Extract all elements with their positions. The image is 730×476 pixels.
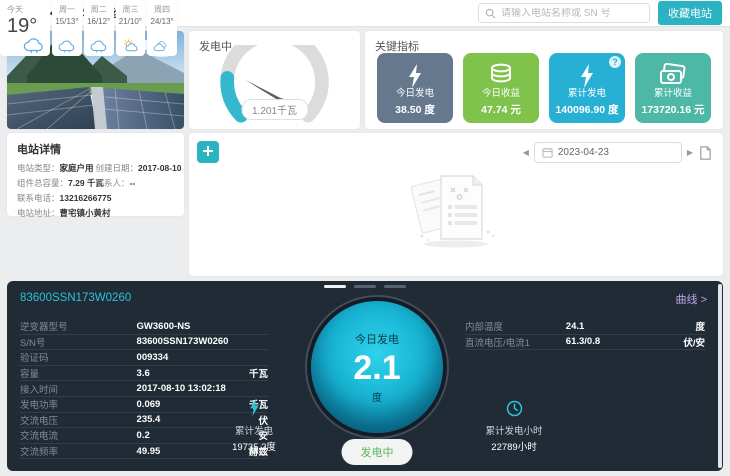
current-power-value: 1.201千瓦 (241, 99, 308, 120)
table-row: 容量3.6千瓦 (20, 366, 268, 382)
help-icon[interactable]: ? (609, 56, 621, 68)
table-row: 内部温度24.1度 (465, 319, 705, 335)
station-search[interactable] (478, 3, 650, 23)
table-row: 接入时间2017-08-10 13:02:18 (20, 381, 268, 397)
detail-address: 电站地址：曹宅镇小黄村 (17, 207, 174, 219)
lightning-icon (578, 63, 596, 89)
kpi-title: 关键指标 (375, 38, 419, 54)
date-picker[interactable]: 2023-04-23 (534, 142, 682, 163)
gauge-unit: 度 (372, 389, 382, 404)
weather-thu: 周四 24/13° (147, 0, 177, 56)
weather-mon: 周一 15/13° (52, 0, 82, 56)
generation-circle: 今日发电 2.1 度 (311, 301, 443, 433)
detail-station-type: 电站类型：家庭户用 (17, 162, 96, 174)
kpi-value: 173720.16 元 (641, 102, 704, 117)
inverter-sn-tab[interactable]: 83600SSN173W0260 (20, 292, 131, 304)
detail-create-date: 创建日期：2017-08-10 (96, 162, 175, 174)
kpi-value: 47.74 元 (481, 102, 521, 117)
table-row: S/N号83600SSN173W0260 (20, 335, 268, 351)
power-gauge-card: 发电中 1.201千瓦 (189, 31, 360, 129)
export-icon[interactable] (698, 145, 713, 161)
coins-icon (487, 63, 515, 87)
kpi-total-income[interactable]: 累计收益 173720.16 元 (635, 53, 711, 123)
generating-status-button[interactable]: 发电中 (342, 439, 413, 465)
add-chart-button[interactable] (197, 141, 219, 163)
total-generation-block: 累计发电 19735.2度 (209, 398, 299, 453)
cloudy-icon (153, 40, 171, 53)
plus-icon (202, 145, 214, 157)
kpi-today-generation[interactable]: 今日发电 38.50 度 (377, 53, 453, 123)
curve-link[interactable]: 曲线 > (676, 291, 707, 307)
daily-generation-gauge: 今日发电 2.1 度 累计发电 19735.2度 累计发电小时 22789小时 … (287, 301, 467, 467)
inverter-carousel-indicator[interactable] (324, 285, 406, 288)
gauge-value: 2.1 (353, 349, 400, 387)
selected-date: 2023-04-23 (558, 147, 609, 158)
clock-icon (506, 400, 523, 417)
search-icon (485, 8, 496, 19)
lightning-icon (406, 63, 424, 89)
calendar-icon (542, 147, 553, 158)
next-day-arrow-icon[interactable]: ▶ (687, 148, 693, 157)
detail-phone: 联系电话：13216266775 (17, 192, 174, 204)
weather-tue: 周二 16/12° (84, 0, 114, 56)
detail-contact: 联系人：-- (96, 177, 175, 189)
kpi-value: 38.50 度 (395, 102, 435, 117)
cash-icon (658, 63, 688, 87)
carousel-dash[interactable] (324, 285, 346, 288)
gauge-label: 今日发电 (355, 331, 399, 347)
weather-wed: 周三 21/10° (116, 0, 146, 56)
cloud-icon (23, 37, 45, 53)
kpi-today-income[interactable]: 今日收益 47.74 元 (463, 53, 539, 123)
table-row: 验证码009334 (20, 350, 268, 366)
table-row: 逆变器型号GW3600-NS (20, 319, 268, 335)
lightning-icon (248, 398, 261, 417)
key-indicators-card: 关键指标 今日发电 38.50 度 今日收益 47.74 元 ? 累计发电 14… (365, 31, 723, 129)
station-details-card: 电站详情 电站类型：家庭户用 创建日期：2017-08-10 组件总容量：7.2… (7, 133, 184, 216)
kpi-total-generation[interactable]: ? 累计发电 140096.90 度 (549, 53, 625, 123)
kpi-label: 今日收益 (482, 85, 520, 99)
prev-day-arrow-icon[interactable]: ◀ (523, 148, 529, 157)
empty-data-illustration (396, 164, 516, 256)
favorite-station-button[interactable]: 收藏电站 (658, 1, 722, 25)
inverter-panel: 83600SSN173W0260 曲线 > 逆变器型号GW3600-NS S/N… (7, 281, 723, 471)
inverter-measurements-table: 内部温度24.1度 直流电压/电流161.3/0.8伏/安 (465, 319, 705, 350)
sun-cloud-icon (121, 38, 139, 53)
table-row: 直流电压/电流161.3/0.8伏/安 (465, 335, 705, 351)
kpi-value: 140096.90 度 (555, 102, 618, 117)
weather-today: 今天 19° (0, 0, 50, 56)
cloud-icon (58, 39, 76, 53)
details-title: 电站详情 (17, 141, 174, 157)
panel-scrollbar[interactable] (718, 284, 722, 468)
weather-strip: 今天 19° 周一 15/13° 周二 16/12° 周三 21/10° 周四 … (0, 0, 177, 56)
chart-panel: ◀ 2023-04-23 ▶ (189, 133, 723, 276)
carousel-dash[interactable] (384, 285, 406, 288)
cloud-icon (90, 39, 108, 53)
kpi-label: 累计收益 (654, 85, 692, 99)
search-input[interactable] (501, 8, 643, 19)
detail-capacity: 组件总容量：7.29 千瓦 (17, 177, 96, 189)
total-hours-block: 累计发电小时 22789小时 (469, 400, 559, 453)
carousel-dash[interactable] (354, 285, 376, 288)
